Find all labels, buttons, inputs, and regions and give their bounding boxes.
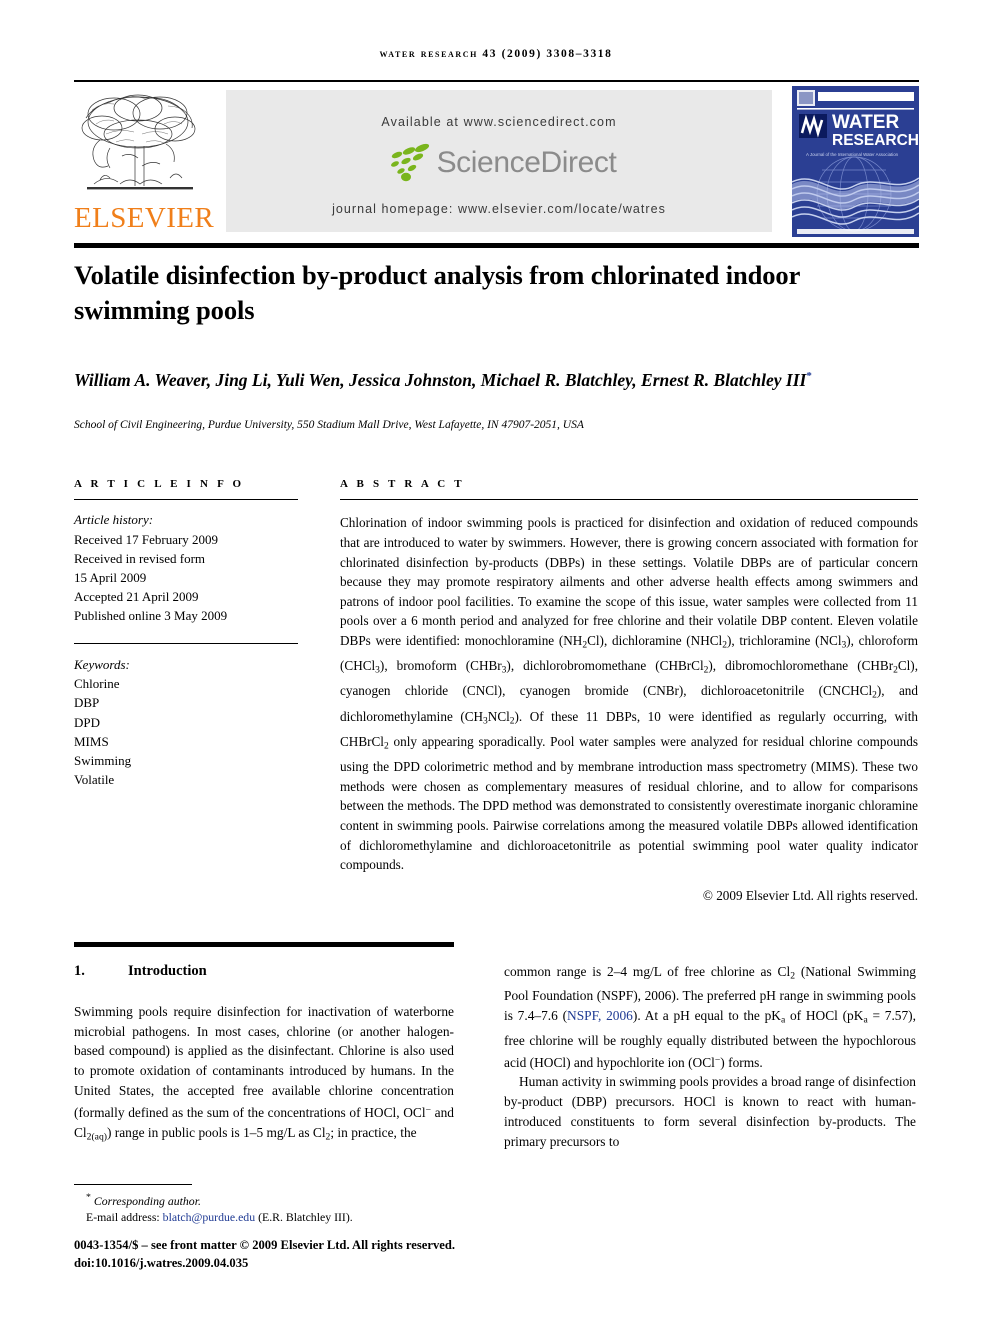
history-item: 15 April 2009 (74, 570, 147, 585)
history-item: Received 17 February 2009 (74, 531, 219, 547)
page-title: Volatile disinfection by-product analysi… (74, 260, 800, 325)
email-link[interactable]: blatch@purdue.edu (163, 1210, 255, 1224)
email-owner: (E.R. Blatchley III). (258, 1210, 353, 1225)
water-research-cover: WATER RESEARCH A Journal of the Internat… (792, 86, 919, 237)
banner-bottom-rule (74, 243, 919, 248)
author-list: William A. Weaver, Jing Li, Yuli Wen, Je… (74, 364, 910, 393)
svg-text:A Journal of the International: A Journal of the International Water Ass… (806, 152, 899, 157)
elsevier-logo: ELSEVIER (74, 86, 215, 237)
article-history: Article history: Received 17 February 20… (74, 510, 298, 625)
elsevier-wordmark: ELSEVIER (74, 202, 215, 234)
corresponding-marker: * (806, 370, 812, 382)
email-line: E-mail address: blatch@purdue.edu (E.R. … (74, 1209, 504, 1226)
journal-homepage-text: journal homepage: www.elsevier.com/locat… (332, 202, 666, 216)
history-item: Accepted 21 April 2009 (74, 589, 199, 605)
keywords-rule (74, 642, 298, 644)
abstract-body: Chlorination of indoor swimming pools is… (340, 515, 919, 873)
intro-paragraph-1-cont: common range is 2–4 mg/L of free chlorin… (504, 964, 916, 1070)
keyword-item: Swimming (74, 753, 132, 769)
footer-issn-block: 0043-1354/$ – see front matter © 2009 El… (74, 1236, 544, 1272)
introduction-rule (74, 942, 454, 947)
body-column-right: common range is 2–4 mg/L of free chlorin… (504, 962, 916, 1152)
sciencedirect-wordmark: ScienceDirect (436, 146, 617, 179)
intro-paragraph-2: Human activity in swimming pools provide… (504, 1074, 916, 1149)
footnote-block: * Corresponding author. E-mail address: … (74, 1190, 504, 1226)
email-label: E-mail address: (86, 1210, 160, 1225)
keyword-item: Chlorine (74, 676, 120, 692)
issn-line: 0043-1354/$ – see front matter © 2009 El… (74, 1238, 455, 1252)
keywords-label: Keywords: (74, 657, 130, 672)
sciencedirect-panel: Available at www.sciencedirect.com Scien… (226, 90, 772, 232)
sciencedirect-logo: ScienceDirect (226, 142, 772, 188)
history-item: Received in revised form (74, 550, 206, 566)
abstract-rule (340, 499, 918, 501)
available-at-text: Available at www.sciencedirect.com (381, 115, 617, 129)
paper-page: WATER RESEARCH 43 (2009) 3308–3318 (0, 0, 992, 1323)
keyword-item: MIMS (74, 733, 109, 749)
running-head: WATER RESEARCH 43 (2009) 3308–3318 (379, 48, 613, 60)
keyword-item: DBP (74, 695, 100, 711)
corresponding-author-text: Corresponding author. (93, 1193, 201, 1208)
abstract-heading: A B S T R A C T (340, 478, 465, 490)
footnote-marker: * (86, 1192, 91, 1203)
corresponding-author-note: * Corresponding author. (74, 1190, 504, 1209)
svg-text:RESEARCH: RESEARCH (832, 132, 919, 149)
citation-link-nspf[interactable]: NSPF, 2006 (567, 1008, 633, 1023)
article-info-heading: A R T I C L E I N F O (74, 478, 245, 490)
article-info-rule (74, 499, 298, 501)
history-item: Published online 3 May 2009 (74, 608, 228, 624)
abstract-copyright: © 2009 Elsevier Ltd. All rights reserved… (702, 887, 918, 903)
section-title: Introduction (128, 963, 207, 979)
author-names: William A. Weaver, Jing Li, Yuli Wen, Je… (74, 369, 807, 390)
history-label: Article history: (74, 512, 154, 528)
keyword-item: Volatile (74, 772, 115, 788)
abstract-column: A B S T R A C T Chlorination of indoor s… (340, 478, 918, 904)
sciencedirect-leaf-icon (390, 143, 429, 182)
body-column-left: 1. Introduction Swimming pools require di… (74, 962, 454, 1147)
section-number: 1. (74, 963, 85, 979)
keywords-list: Keywords: Chlorine DBP DPD MIMS Swimming… (74, 655, 298, 789)
intro-paragraph-1: Swimming pools require disinfection for … (74, 1003, 454, 1143)
keyword-item: DPD (74, 714, 101, 730)
footnote-rule (74, 1184, 192, 1186)
affiliation: School of Civil Engineering, Purdue Univ… (74, 419, 584, 431)
doi-line: doi:10.1016/j.watres.2009.04.035 (74, 1256, 249, 1270)
introduction-heading: 1. Introduction (74, 962, 454, 982)
elsevier-tree-icon (81, 94, 196, 190)
water-research-cover-art: WATER RESEARCH A Journal of the Internat… (792, 86, 919, 237)
journal-banner: ELSEVIER Available at www.sciencedirect.… (74, 86, 919, 237)
header-rule (74, 80, 919, 82)
article-info-column: A R T I C L E I N F O Article history: R… (74, 478, 298, 789)
svg-text:WATER: WATER (832, 112, 899, 133)
